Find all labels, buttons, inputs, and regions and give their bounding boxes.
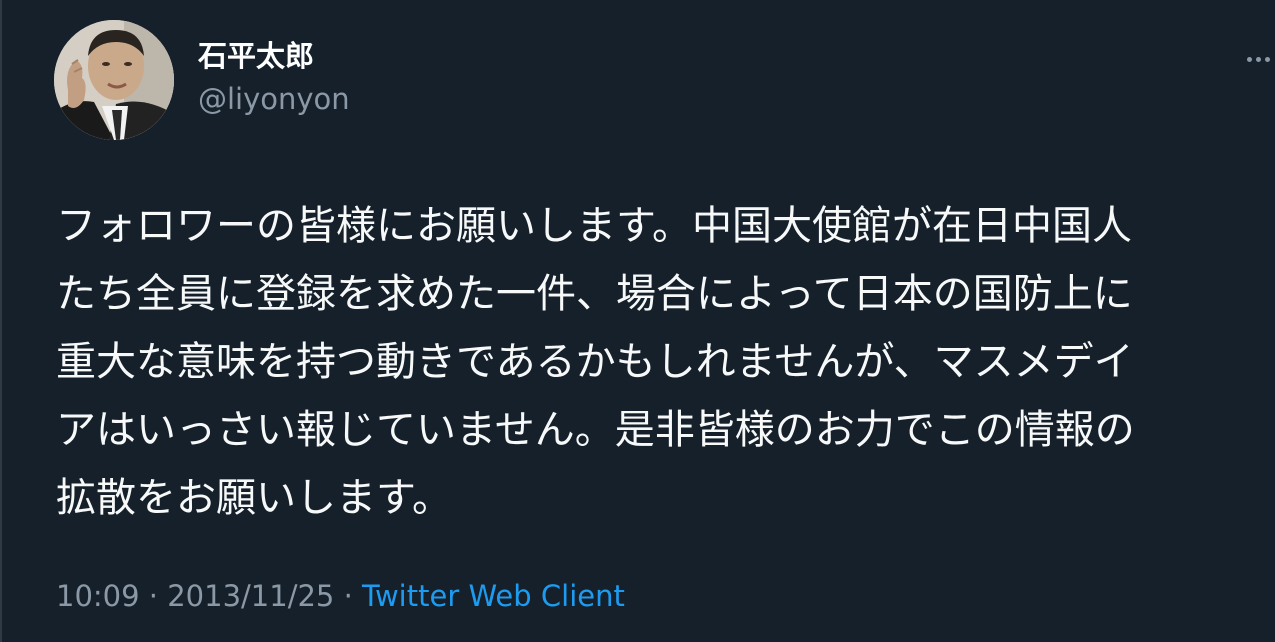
tweet-text-line: フォロワーの皆様にお願いします。中国大使館が在日中国人 xyxy=(56,203,1132,249)
tweet-metadata: 10:09 · 2013/11/25 · Twitter Web Client xyxy=(56,576,625,616)
more-dot xyxy=(1265,56,1270,62)
tweet-text-line: 重大な意味を持つ動きであるかもしれませんが、マスメデイ xyxy=(56,339,1134,385)
more-options-icon[interactable] xyxy=(1247,50,1275,68)
more-dot xyxy=(1256,56,1261,62)
tweet-time[interactable]: 10:09 xyxy=(56,579,140,613)
meta-separator: · xyxy=(139,579,168,613)
tweet-date[interactable]: 2013/11/25 xyxy=(167,579,334,613)
tweet-text: フォロワーの皆様にお願いします。中国大使館が在日中国人 たち全員に登録を求めた一… xyxy=(56,192,1271,532)
tweet-source[interactable]: Twitter Web Client xyxy=(362,579,625,613)
more-dot xyxy=(1247,56,1252,62)
tweet-text-line: たち全員に登録を求めた一件、場合によって日本の国防上に xyxy=(56,271,1133,317)
meta-separator: · xyxy=(334,579,363,613)
tweet-card: 石平太郎 @liyonyon フォロワーの皆様にお願いします。中国大使館が在日中… xyxy=(0,0,1275,642)
author-handle[interactable]: @liyonyon xyxy=(198,80,350,118)
author-display-name[interactable]: 石平太郎 xyxy=(198,38,314,74)
avatar-image xyxy=(54,20,174,140)
avatar[interactable] xyxy=(54,20,174,140)
tweet-text-line: アはいっさい報じていません。是非皆様のお力でこの情報の xyxy=(56,407,1135,453)
tweet-text-line: 拡散をお願いします。 xyxy=(56,475,452,521)
